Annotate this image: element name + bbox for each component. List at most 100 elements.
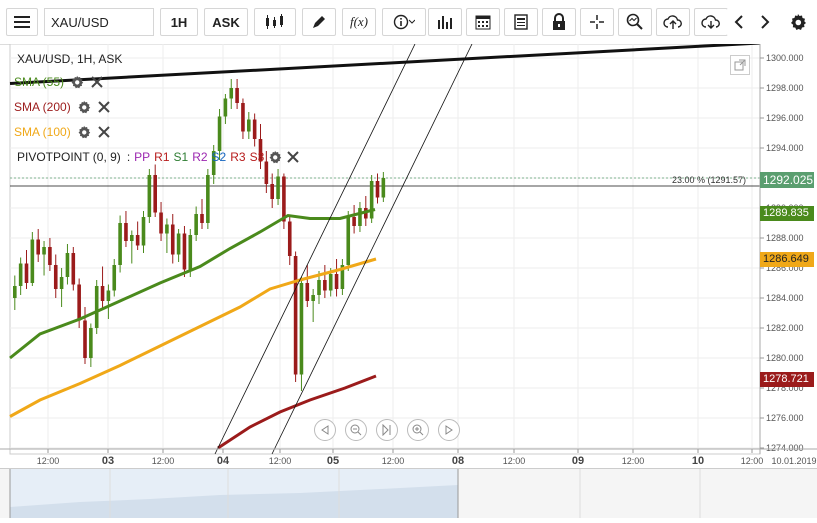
candle-body-57 [346, 217, 351, 265]
candle-body-40 [247, 119, 251, 132]
expand-icon [734, 59, 746, 71]
candle-body-52 [317, 280, 321, 295]
candle-body-5 [42, 247, 46, 255]
candle-body-32 [200, 214, 204, 223]
gear-icon[interactable] [77, 100, 91, 114]
zoom-chart-icon [626, 13, 643, 30]
candles-icon [266, 14, 283, 29]
x-label-11: 10 [692, 455, 704, 467]
sma55-price-tag: 1289.835 [760, 206, 814, 221]
candle-body-4 [36, 239, 40, 255]
candle-body-43 [264, 161, 269, 184]
candle-body-49 [299, 283, 304, 375]
candle-body-33 [206, 175, 210, 223]
pivot-level-s2: S2 [211, 150, 227, 164]
scroll-left-button[interactable] [727, 8, 751, 36]
x-label-2: 12:00 [152, 456, 175, 466]
candle-body-31 [194, 214, 198, 235]
info-button[interactable] [382, 8, 426, 36]
settings-button[interactable] [784, 8, 812, 36]
price-type-button[interactable]: ASK [204, 8, 248, 36]
close-icon[interactable] [90, 75, 104, 89]
close-icon[interactable] [286, 150, 300, 164]
candle-body-53 [323, 280, 327, 291]
candle-body-48 [293, 256, 298, 375]
legend-sma100: SMA (100) [14, 125, 111, 139]
chart-type-button[interactable] [254, 8, 296, 36]
candle-body-24 [153, 175, 157, 213]
x-label-0: 12:00 [37, 456, 60, 466]
symbol-input[interactable] [44, 8, 154, 36]
candle-body-9 [65, 253, 70, 277]
pivot-level-s1: S1 [173, 150, 189, 164]
close-icon[interactable] [97, 100, 111, 114]
menu-button[interactable] [6, 8, 38, 36]
zoom-in-icon [412, 424, 424, 436]
candle-body-38 [235, 88, 239, 103]
zoom-button[interactable] [618, 8, 652, 36]
chart-title: XAU/USD, 1H, ASK [17, 52, 123, 66]
triangle-left-icon [321, 425, 329, 435]
price-chart[interactable]: 1300.0001298.0001296.0001294.0001292.000… [0, 44, 817, 517]
legend-pivot: PIVOTPOINT (0, 9) : PP R1 S1 R2 S2 R3 S3 [17, 150, 300, 164]
lock-button[interactable] [542, 8, 576, 36]
indicators-button[interactable]: f(x) [342, 8, 376, 36]
gear-icon [791, 14, 806, 30]
candle-body-61 [369, 181, 374, 219]
candle-body-45 [276, 176, 280, 199]
upload-button[interactable] [656, 8, 690, 36]
volume-button[interactable] [428, 8, 462, 36]
pivot-level-s3: S3 [249, 150, 265, 164]
x-label-4: 12:00 [269, 456, 292, 466]
gear-icon[interactable] [268, 150, 282, 164]
candle-body-18 [118, 223, 122, 265]
legend-pivot-label: PIVOTPOINT (0, 9) [17, 150, 121, 164]
y-label-3: 1294.000 [766, 143, 804, 153]
candle-body-35 [217, 116, 222, 151]
gear-icon[interactable] [70, 75, 84, 89]
cloud-download-icon [701, 15, 720, 29]
candle-body-47 [287, 221, 292, 256]
download-button[interactable] [694, 8, 728, 36]
legend-sma100-label: SMA (100) [14, 125, 71, 139]
scroll-right-button[interactable] [753, 8, 777, 36]
candle-body-20 [130, 235, 134, 241]
candle-body-36 [223, 98, 228, 117]
pan-left-button[interactable] [314, 419, 336, 441]
candle-body-54 [328, 274, 333, 291]
expand-button[interactable] [730, 55, 750, 75]
candle-body-29 [182, 233, 187, 270]
y-label-12: 1276.000 [766, 413, 804, 423]
info-icon [393, 14, 415, 30]
timeframe-button[interactable]: 1H [160, 8, 198, 36]
zoom-in-button[interactable] [407, 419, 429, 441]
x-label-12: 12:00 [741, 456, 764, 466]
navigator[interactable] [0, 468, 817, 518]
notes-button[interactable] [504, 8, 538, 36]
candle-body-13 [89, 328, 93, 358]
pan-right-button[interactable] [438, 419, 460, 441]
gear-icon[interactable] [77, 125, 91, 139]
triangle-right-icon [445, 425, 453, 435]
calendar-button[interactable] [466, 8, 500, 36]
candle-body-58 [352, 217, 356, 226]
crosshair-button[interactable] [580, 8, 614, 36]
fx-icon: f(x) [349, 14, 369, 29]
reset-view-button[interactable] [376, 419, 398, 441]
pivot-level-r3: R3 [230, 150, 246, 164]
candle-body-26 [165, 224, 169, 234]
candle-body-16 [106, 290, 111, 301]
candle-body-1 [18, 263, 23, 286]
close-icon[interactable] [97, 125, 111, 139]
x-label-3: 04 [217, 455, 230, 467]
zoom-out-button[interactable] [345, 419, 367, 441]
pivot-level-r1: R1 [154, 150, 170, 164]
candle-body-15 [100, 286, 105, 301]
candle-body-55 [334, 274, 339, 289]
candle-body-2 [24, 263, 29, 283]
document-icon [514, 14, 528, 30]
x-label-5: 05 [327, 455, 339, 467]
draw-button[interactable] [302, 8, 336, 36]
calendar-icon [475, 15, 491, 30]
x-label-10: 12:00 [622, 456, 645, 466]
